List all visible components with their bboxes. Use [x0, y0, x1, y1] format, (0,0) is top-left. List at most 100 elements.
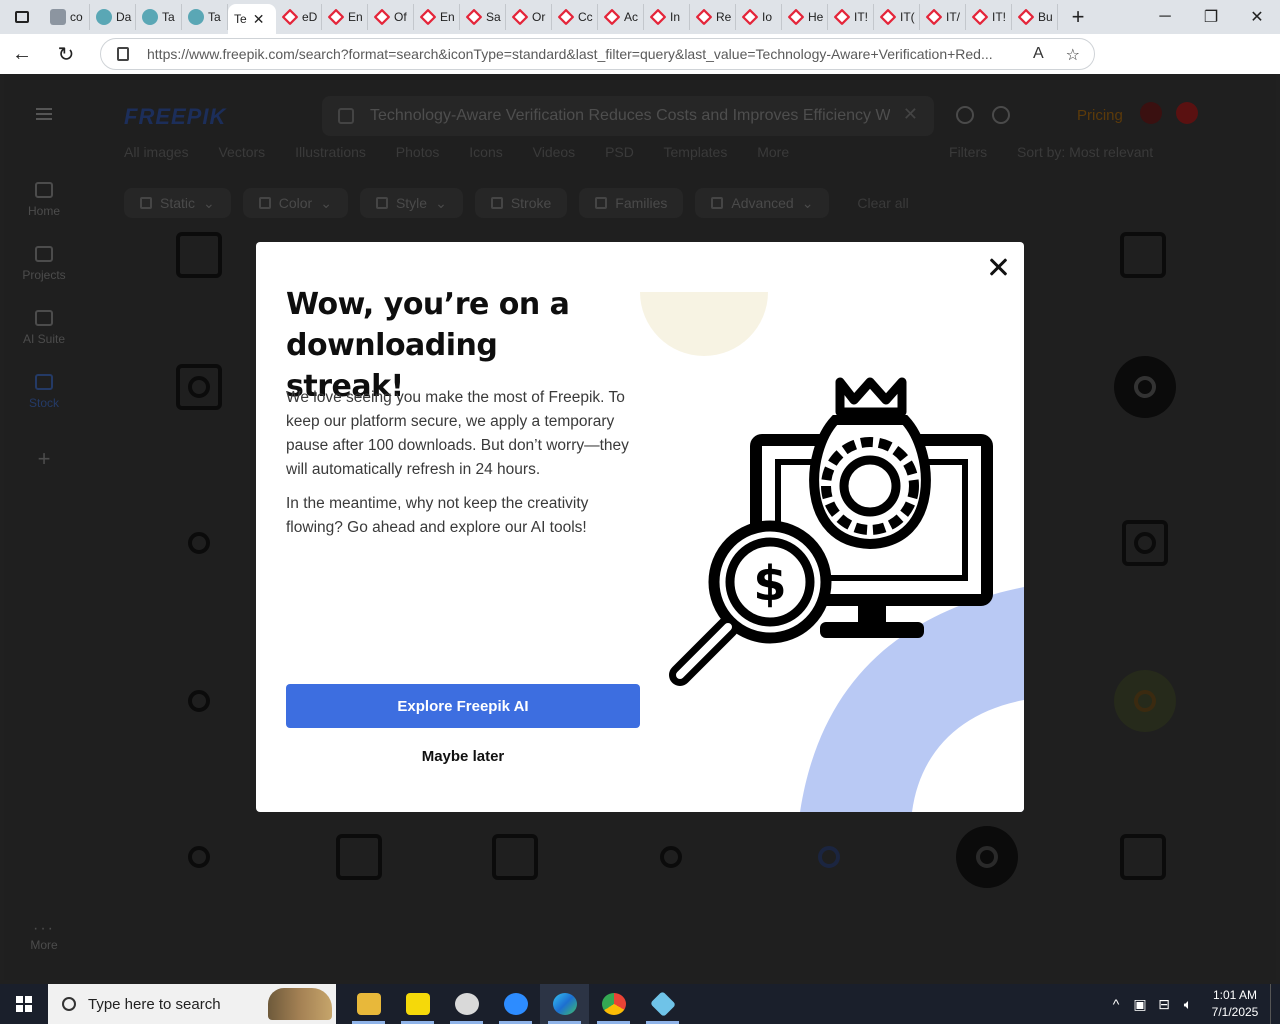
result-icon[interactable]: [1114, 356, 1176, 418]
sidebar-item-more[interactable]: ··· More: [4, 920, 84, 952]
url-field[interactable]: https://www.freepik.com/search?format=se…: [100, 38, 1095, 70]
browser-tab[interactable]: Da: [90, 4, 136, 30]
taskbar-sticky-notes[interactable]: [393, 984, 442, 1024]
clock[interactable]: 1:01 AM 7/1/2025: [1200, 987, 1270, 1021]
browser-tab[interactable]: IT(: [874, 4, 920, 30]
result-icon[interactable]: [1114, 670, 1176, 732]
browser-tab[interactable]: Re: [690, 4, 736, 30]
filter-advanced[interactable]: Advanced ⌄: [695, 188, 830, 218]
sidebar-item-home[interactable]: Home: [4, 182, 84, 218]
result-icon[interactable]: [168, 224, 230, 286]
taskbar-app[interactable]: [638, 984, 687, 1024]
result-icon[interactable]: [168, 356, 230, 418]
sort-dropdown[interactable]: Sort by: Most relevant: [1017, 144, 1153, 160]
result-icon[interactable]: [1112, 224, 1174, 286]
filter-families[interactable]: Families: [579, 188, 684, 218]
result-icon[interactable]: [956, 826, 1018, 888]
result-icon[interactable]: [484, 826, 546, 888]
sidebar-item-projects[interactable]: Projects: [4, 246, 84, 282]
volume-icon[interactable]: 🔈︎: [1176, 996, 1200, 1013]
result-icon[interactable]: [168, 670, 230, 732]
taskbar-snipping-tool[interactable]: [442, 984, 491, 1024]
security-icon[interactable]: ▣: [1128, 996, 1152, 1013]
taskbar-search-box[interactable]: Type here to search: [48, 984, 336, 1024]
browser-tab[interactable]: He: [782, 4, 828, 30]
tab-actions-button[interactable]: [0, 0, 44, 34]
taskbar-edge[interactable]: [540, 984, 589, 1024]
read-aloud-icon[interactable]: A: [1033, 45, 1044, 65]
browser-tab[interactable]: Ac: [598, 4, 644, 30]
browser-tab[interactable]: eD: [276, 4, 322, 30]
browser-tab[interactable]: En: [322, 4, 368, 30]
result-icon[interactable]: [168, 512, 230, 574]
minimize-button[interactable]: ─: [1142, 0, 1188, 34]
tab-videos[interactable]: Videos: [533, 144, 576, 160]
show-desktop-button[interactable]: [1270, 984, 1280, 1024]
browser-tab[interactable]: Sa: [460, 4, 506, 30]
tab-templates[interactable]: Templates: [664, 144, 728, 160]
tab-all-images[interactable]: All images: [124, 144, 189, 160]
explore-freepik-ai-button[interactable]: Explore Freepik AI: [286, 684, 640, 728]
clear-search-icon[interactable]: ✕: [903, 104, 918, 125]
result-icon[interactable]: [798, 826, 860, 888]
result-icon[interactable]: [640, 826, 702, 888]
restore-button[interactable]: ❐: [1188, 0, 1234, 34]
search-type-icon[interactable]: [338, 108, 354, 124]
filter-color[interactable]: Color ⌄: [242, 188, 348, 218]
taskbar-file-explorer[interactable]: [344, 984, 393, 1024]
browser-tab[interactable]: In: [644, 4, 690, 30]
sidebar-item-ai-suite[interactable]: AI Suite: [4, 310, 84, 346]
browser-tab[interactable]: Ta: [136, 4, 182, 30]
browser-tab[interactable]: IT!: [966, 4, 1012, 30]
network-icon[interactable]: ⊟: [1152, 996, 1176, 1013]
tab-icons[interactable]: Icons: [469, 144, 502, 160]
tab-illustrations[interactable]: Illustrations: [295, 144, 366, 160]
browser-tab[interactable]: Io: [736, 4, 782, 30]
close-modal-button[interactable]: [987, 256, 1009, 278]
browser-tab[interactable]: IT!: [828, 4, 874, 30]
chevron-up-icon[interactable]: ^: [1104, 996, 1128, 1012]
taskbar-chrome[interactable]: [589, 984, 638, 1024]
browser-tab[interactable]: Ta: [182, 4, 228, 30]
refresh-button[interactable]: ↻: [44, 34, 88, 74]
filter-static[interactable]: Static ⌄: [124, 188, 231, 218]
tab-psd[interactable]: PSD: [605, 144, 634, 160]
back-button[interactable]: ←: [0, 34, 44, 74]
sidebar-item-stock[interactable]: Stock: [4, 374, 84, 410]
browser-tab[interactable]: Cc: [552, 4, 598, 30]
browser-tab-active[interactable]: Te ✕: [228, 4, 276, 34]
close-tab-icon[interactable]: ✕: [253, 11, 265, 28]
tab-photos[interactable]: Photos: [396, 144, 440, 160]
pricing-link[interactable]: Pricing: [1077, 107, 1123, 124]
clear-all-filters[interactable]: Clear all: [841, 188, 924, 218]
sidebar-add-button[interactable]: +: [4, 446, 84, 472]
search-icon[interactable]: [992, 106, 1010, 124]
notifications-icon[interactable]: [1140, 102, 1162, 124]
browser-tab[interactable]: IT/: [920, 4, 966, 30]
result-icon[interactable]: [1112, 826, 1174, 888]
filters-toggle[interactable]: Filters: [949, 144, 987, 160]
browser-tab[interactable]: Or: [506, 4, 552, 30]
filter-stroke[interactable]: Stroke: [474, 188, 568, 218]
user-avatar[interactable]: [1176, 102, 1198, 124]
tab-more[interactable]: More: [757, 144, 789, 160]
result-icon[interactable]: [328, 826, 390, 888]
taskbar-zoom[interactable]: [491, 984, 540, 1024]
start-button[interactable]: [0, 984, 48, 1024]
hamburger-menu-icon[interactable]: [36, 108, 52, 120]
result-icon[interactable]: [1114, 512, 1176, 574]
site-info-icon[interactable]: [117, 47, 129, 61]
camera-search-icon[interactable]: [956, 106, 974, 124]
maybe-later-button[interactable]: Maybe later: [286, 748, 640, 770]
search-input[interactable]: Technology-Aware Verification Reduces Co…: [322, 96, 934, 136]
browser-tab[interactable]: Bu: [1012, 4, 1058, 30]
tab-vectors[interactable]: Vectors: [218, 144, 265, 160]
favorite-star-icon[interactable]: ☆: [1066, 45, 1080, 65]
close-window-button[interactable]: ✕: [1234, 0, 1280, 34]
filter-style[interactable]: Style ⌄: [359, 188, 463, 218]
new-tab-button[interactable]: +: [1058, 4, 1098, 30]
freepik-logo[interactable]: FREEPIK: [124, 104, 226, 130]
result-icon[interactable]: [168, 826, 230, 888]
browser-tab[interactable]: co: [44, 4, 90, 30]
browser-tab[interactable]: En: [414, 4, 460, 30]
